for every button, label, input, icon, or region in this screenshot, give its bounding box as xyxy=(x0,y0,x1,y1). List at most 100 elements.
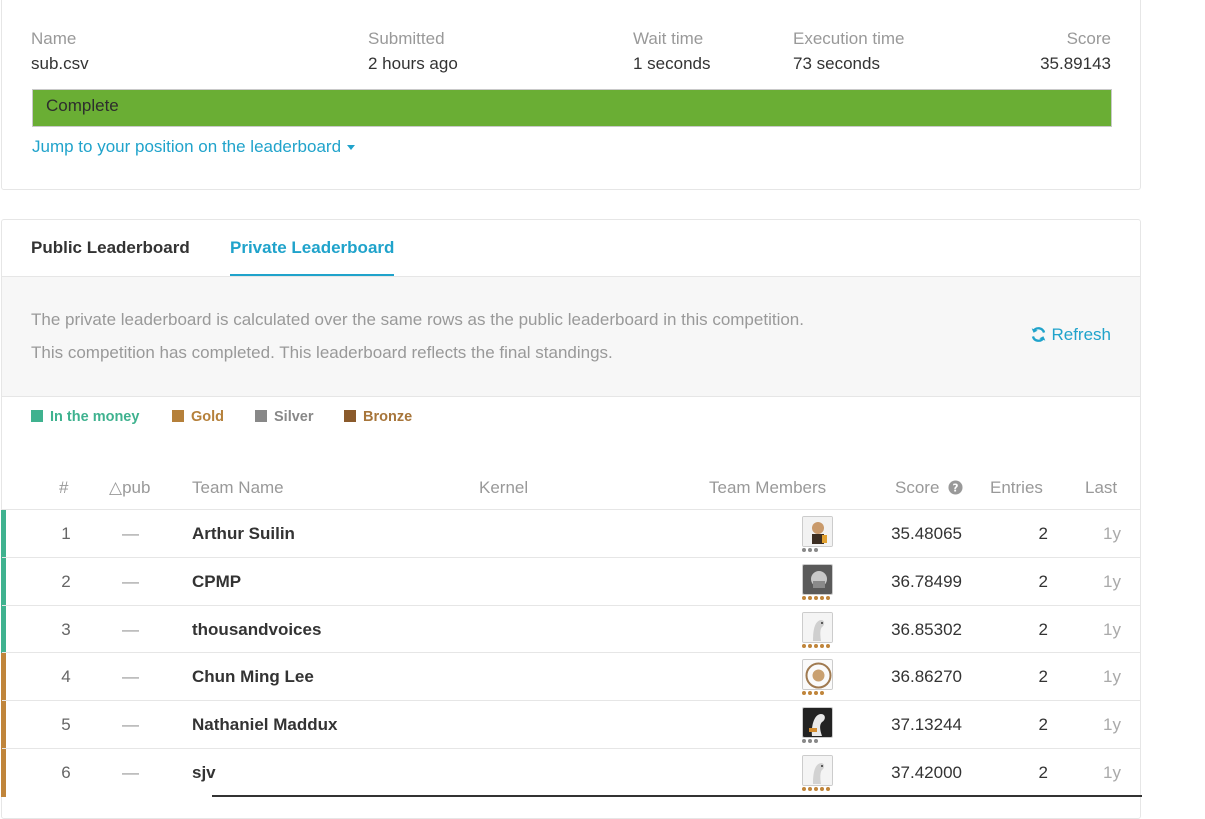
tab-private-leaderboard[interactable]: Private Leaderboard xyxy=(230,238,395,276)
tier-dot xyxy=(808,643,812,648)
tier-dots xyxy=(802,548,820,552)
tier-dot xyxy=(802,739,806,744)
last-cell: 1y xyxy=(1103,715,1121,735)
entries-cell: 2 xyxy=(1038,715,1048,735)
col-score-header: Score ? xyxy=(895,478,963,498)
score-cell: 37.13244 xyxy=(891,715,962,735)
member-avatar[interactable] xyxy=(802,516,833,547)
last-cell: 1y xyxy=(1103,571,1121,591)
caret-down-icon xyxy=(347,145,356,151)
score-header: Score xyxy=(1066,29,1111,48)
col-entries-header: Entries xyxy=(990,478,1043,497)
member-avatar[interactable] xyxy=(802,563,833,595)
help-icon[interactable]: ? xyxy=(948,480,963,495)
member-avatar[interactable] xyxy=(802,659,833,691)
team-name-link[interactable]: thousandvoices xyxy=(192,620,321,640)
tier-dot xyxy=(808,548,812,552)
tier-dot xyxy=(802,643,806,648)
delta-cell: — xyxy=(122,763,139,782)
team-name-link[interactable]: Chun Ming Lee xyxy=(192,667,314,687)
jump-link-label: Jump to your position on the leaderboard xyxy=(32,137,342,156)
tier-dot xyxy=(802,787,806,791)
col-rank-header: # xyxy=(59,478,69,497)
tier-dot xyxy=(826,595,830,600)
tier-dots xyxy=(802,787,832,791)
legend-swatch xyxy=(344,410,356,422)
legend-in-the-money: In the money xyxy=(31,409,139,425)
tier-dot xyxy=(814,787,818,791)
col-members-header: Team Members xyxy=(709,478,827,497)
tier-dot xyxy=(808,787,812,791)
table-row[interactable]: 2 — CPMP 36.78499 2 1y xyxy=(1,556,1140,606)
tier-bar xyxy=(1,510,6,558)
score-cell: 36.78499 xyxy=(891,571,962,591)
col-last-header: Last xyxy=(1085,478,1118,497)
table-row[interactable]: 5 — Nathaniel Maddux 37.13244 2 1y xyxy=(1,700,1140,750)
info-line-1: The private leaderboard is calculated ov… xyxy=(31,310,804,329)
legend-swatch xyxy=(255,410,267,422)
tier-dot xyxy=(808,691,812,696)
rank-cell: 6 xyxy=(61,763,71,782)
last-cell: 1y xyxy=(1103,619,1121,639)
member-avatar[interactable] xyxy=(802,611,833,643)
tier-dot xyxy=(802,595,806,600)
tab-public-leaderboard[interactable]: Public Leaderboard xyxy=(31,238,190,274)
tier-dot xyxy=(820,595,824,600)
table-row[interactable]: 4 — Chun Ming Lee 36.86270 2 1y xyxy=(1,652,1140,702)
wait-time-value: 1 seconds xyxy=(633,54,711,73)
tier-bar xyxy=(1,701,6,750)
delta-cell: — xyxy=(122,524,139,543)
info-line-2: This competition has completed. This lea… xyxy=(31,343,613,362)
jump-to-position-link[interactable]: Jump to your position on the leaderboard xyxy=(32,137,356,157)
submitted-header: Submitted xyxy=(368,29,445,48)
team-name-link[interactable]: Arthur Suilin xyxy=(192,524,295,544)
team-name-link[interactable]: sjv xyxy=(192,763,216,783)
legend-label: In the money xyxy=(50,409,140,425)
legend-label: Bronze xyxy=(363,409,413,425)
leaderboard-info: The private leaderboard is calculated ov… xyxy=(2,277,1140,397)
legend-label: Silver xyxy=(274,409,314,425)
score-cell: 37.42000 xyxy=(891,763,962,782)
refresh-label: Refresh xyxy=(1051,325,1111,344)
legend-swatch xyxy=(172,410,184,422)
score-header-label: Score xyxy=(895,478,940,497)
legend-bronze: Bronze xyxy=(344,409,412,425)
tier-dot xyxy=(814,691,818,696)
tier-bar xyxy=(1,749,6,797)
tier-bar xyxy=(1,557,6,606)
last-cell: 1y xyxy=(1103,524,1121,543)
wait-time-header: Wait time xyxy=(633,29,704,48)
tier-dots xyxy=(802,595,832,600)
tier-dot xyxy=(820,691,824,696)
team-name-link[interactable]: Nathaniel Maddux xyxy=(192,715,337,735)
col-team-header: Team Name xyxy=(192,478,284,497)
tier-dot xyxy=(814,548,818,552)
score-value: 35.89143 xyxy=(1040,54,1111,73)
refresh-button[interactable]: Refresh xyxy=(1030,325,1111,345)
entries-cell: 2 xyxy=(1038,667,1048,687)
status-label: Complete xyxy=(46,96,119,115)
member-avatar[interactable] xyxy=(802,707,833,739)
bottom-rule xyxy=(212,795,1142,797)
entries-cell: 2 xyxy=(1038,571,1048,591)
tier-dot xyxy=(820,643,824,648)
execution-time-value: 73 seconds xyxy=(793,54,880,73)
tier-dots xyxy=(802,643,832,648)
tier-dots xyxy=(802,691,826,696)
leaderboard-card: Public Leaderboard Private Leaderboard T… xyxy=(1,219,1142,819)
last-cell: 1y xyxy=(1103,763,1121,782)
status-bar: Complete xyxy=(32,89,1112,127)
tier-dots xyxy=(802,739,820,744)
member-avatar[interactable] xyxy=(802,755,833,786)
table-row[interactable]: 6 — sjv 37.42000 2 1y xyxy=(1,748,1140,797)
table-row[interactable]: 1 — Arthur Suilin 35.48065 2 1y xyxy=(1,509,1140,558)
rank-cell: 3 xyxy=(61,619,71,639)
delta-cell: — xyxy=(122,715,139,735)
team-name-link[interactable]: CPMP xyxy=(192,572,241,592)
score-cell: 36.86270 xyxy=(891,667,962,687)
rank-cell: 5 xyxy=(61,715,71,735)
table-row[interactable]: 3 — thousandvoices 36.85302 2 1y xyxy=(1,604,1140,654)
tier-dot xyxy=(820,787,824,791)
tier-dot xyxy=(808,739,812,744)
submission-card: Name sub.csv Submitted 2 hours ago Wait … xyxy=(1,0,1141,190)
